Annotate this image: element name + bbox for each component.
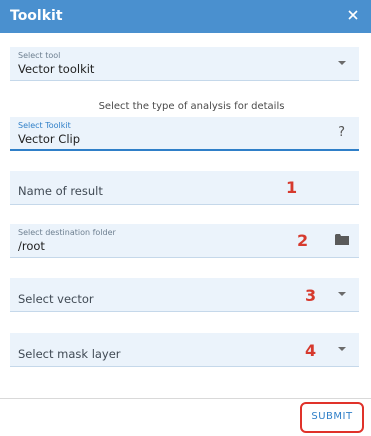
analysis-hint: Select the type of analysis for details <box>98 101 285 112</box>
annotation-number-1: 1 <box>286 178 298 197</box>
select-tool-value: Vector toolkit <box>18 62 95 76</box>
select-mask-layer-placeholder: Select mask layer <box>18 347 121 361</box>
select-toolkit-value: Vector Clip <box>18 132 81 146</box>
submit-button[interactable]: SUBMIT <box>305 406 359 428</box>
chevron-down-icon <box>338 292 346 296</box>
select-toolkit-dropdown[interactable]: Select Toolkit Vector Clip ? <box>10 117 359 151</box>
folder-icon[interactable] <box>335 234 349 245</box>
select-toolkit-label: Select Toolkit <box>18 121 71 130</box>
select-vector-placeholder: Select vector <box>18 292 94 306</box>
select-tool-label: Select tool <box>18 51 61 60</box>
chevron-down-icon <box>338 347 346 351</box>
annotation-number-4: 4 <box>305 341 317 360</box>
footer-divider <box>0 398 371 399</box>
dialog-header: Toolkit <box>0 0 371 33</box>
close-icon[interactable] <box>345 7 361 23</box>
destination-folder-value: /root <box>18 239 45 253</box>
destination-folder-label: Select destination folder <box>18 228 116 237</box>
annotation-number-2: 2 <box>297 231 309 250</box>
dialog-title: Toolkit <box>10 8 63 24</box>
annotation-number-3: 3 <box>305 286 317 305</box>
select-tool-dropdown[interactable]: Select tool Vector toolkit <box>10 47 359 81</box>
result-name-placeholder: Name of result <box>18 184 103 198</box>
chevron-down-icon <box>338 61 346 65</box>
help-icon[interactable]: ? <box>338 125 345 140</box>
result-name-input[interactable]: Name of result <box>10 171 359 205</box>
